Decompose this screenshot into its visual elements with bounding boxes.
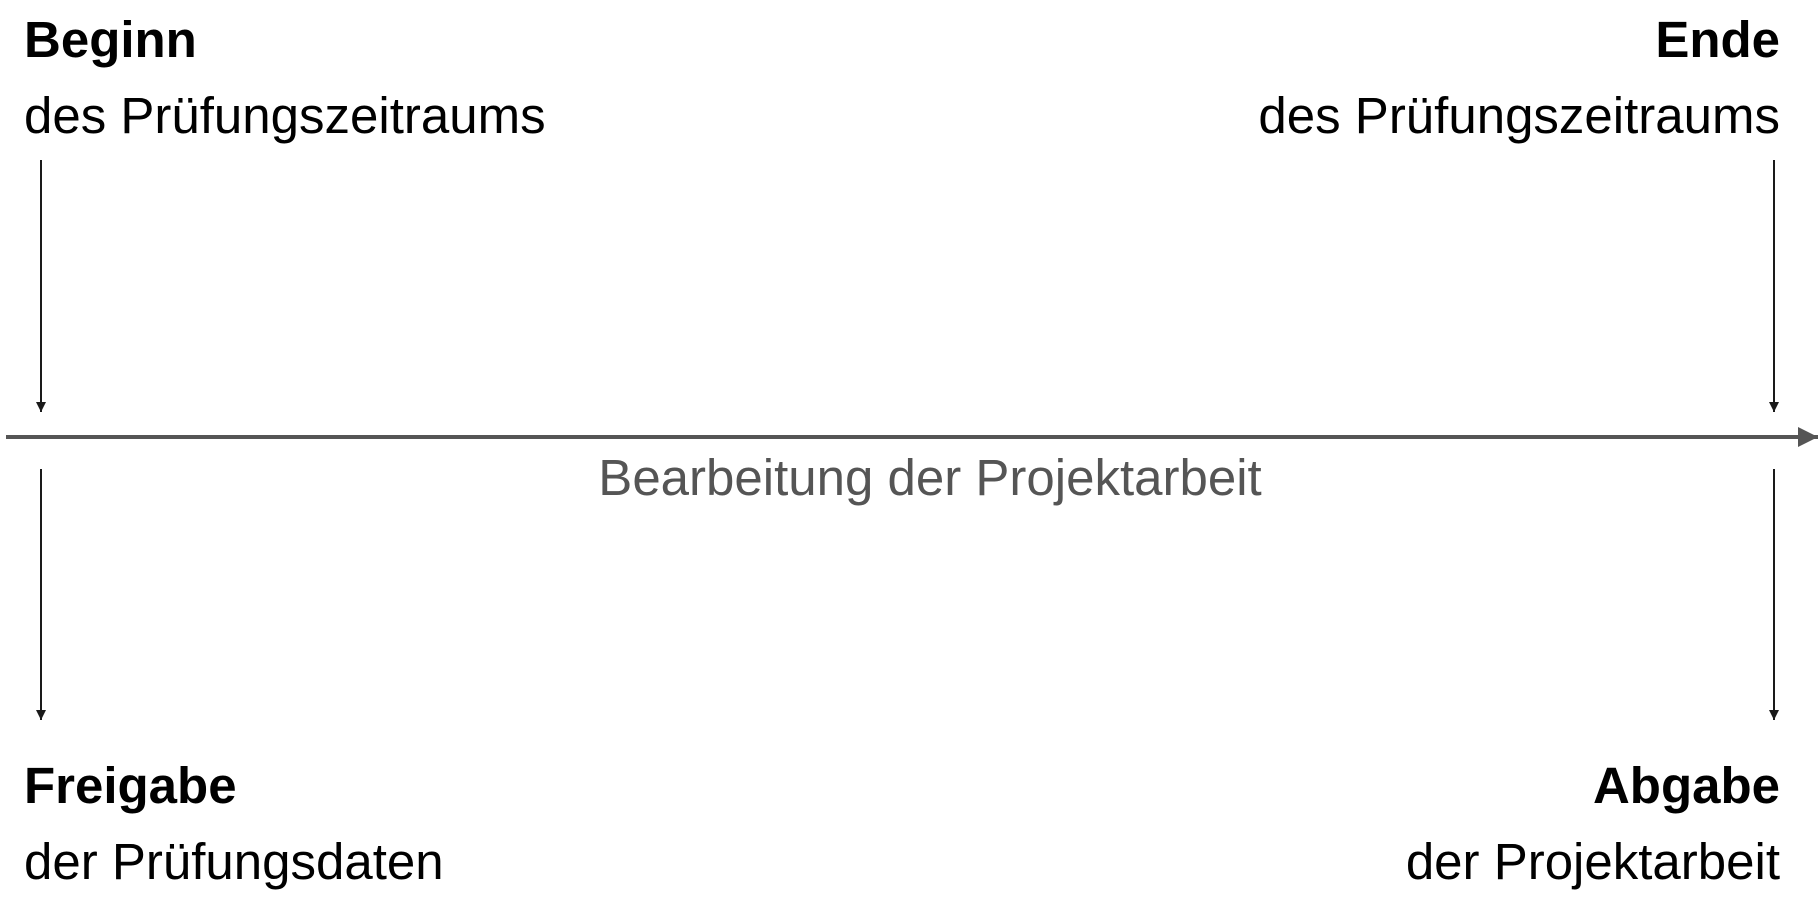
milestone-submission-title: Abgabe: [1592, 757, 1780, 814]
milestone-release-title: Freigabe: [24, 757, 237, 814]
timeline-caption: Bearbeitung der Projektarbeit: [598, 449, 1262, 506]
milestone-end-subtitle: des Prüfungszeitraums: [1258, 87, 1780, 144]
milestone-submission-subtitle: der Projektarbeit: [1405, 833, 1780, 890]
milestone-submission: Abgabe der Projektarbeit: [1406, 760, 1780, 887]
milestone-release-subtitle: der Prüfungsdaten: [24, 833, 444, 890]
milestone-begin-title: Beginn: [24, 11, 197, 68]
milestone-begin: Beginn des Prüfungszeitraums: [24, 14, 546, 141]
milestone-end: Ende des Prüfungszeitraums: [1258, 14, 1780, 141]
milestone-release: Freigabe der Prüfungsdaten: [24, 760, 444, 887]
milestone-end-title: Ende: [1655, 11, 1780, 68]
milestone-begin-subtitle: des Prüfungszeitraums: [24, 87, 546, 144]
